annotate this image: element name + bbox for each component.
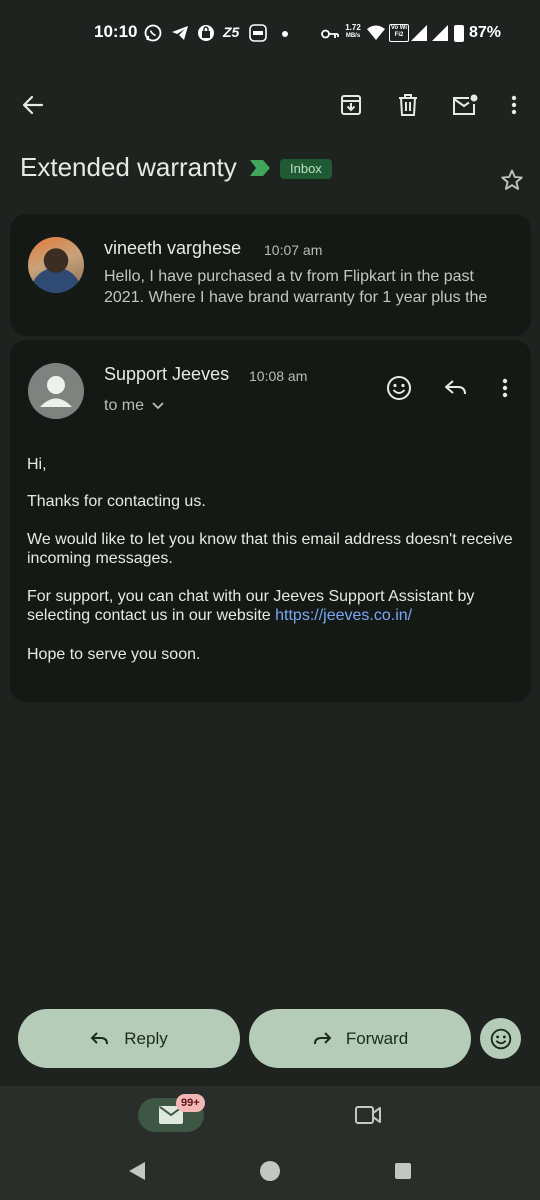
unread-count-badge: 99+ — [176, 1094, 205, 1112]
body-greeting: Hi, — [27, 456, 47, 473]
sender-avatar-photo[interactable] — [28, 237, 84, 293]
emoji-icon — [490, 1028, 511, 1049]
importance-marker-icon[interactable] — [250, 160, 270, 181]
more-options-button[interactable] — [496, 86, 532, 124]
reply-label: Reply — [124, 1028, 168, 1048]
chevron-down-icon — [152, 402, 164, 410]
delete-icon — [399, 94, 417, 116]
body-paragraph: Thanks for contacting us. — [27, 493, 206, 510]
video-camera-icon — [355, 1106, 381, 1124]
battery-icon — [454, 25, 464, 42]
network-speed: 1.72 MB/s — [342, 24, 364, 40]
message-time: 10:07 am — [264, 242, 323, 258]
website-link[interactable]: https://jeeves.co.in/ — [275, 607, 412, 624]
archive-button[interactable] — [332, 86, 370, 124]
vowifi-label: Vo WiFi2 — [390, 25, 408, 38]
system-home-button[interactable] — [251, 1152, 289, 1190]
add-reaction-button[interactable] — [380, 369, 418, 407]
star-icon — [501, 169, 523, 190]
more-vert-icon — [502, 378, 508, 398]
back-button[interactable] — [14, 86, 52, 124]
forward-icon — [313, 1031, 332, 1044]
recents-square-icon — [395, 1163, 411, 1179]
signal-1-icon — [411, 25, 428, 46]
status-time: 10:10 — [94, 22, 138, 41]
sender-avatar[interactable] — [28, 363, 84, 419]
vowifi-icon: Vo WiFi2 — [389, 24, 409, 42]
reply-button[interactable]: Reply — [18, 1009, 240, 1068]
app-notification-icon — [249, 24, 267, 47]
wifi-icon — [367, 25, 385, 45]
delete-button[interactable] — [389, 86, 427, 124]
shopping-bag-icon — [197, 24, 215, 47]
network-speed-unit: MB/s — [345, 33, 361, 39]
email-subject: Extended warranty — [20, 152, 237, 182]
notification-dot-icon — [282, 31, 288, 37]
message-sender: vineeth varghese — [104, 238, 242, 258]
back-arrow-icon — [22, 95, 44, 115]
message-sender: Support Jeeves — [104, 364, 230, 384]
person-icon — [40, 376, 72, 407]
back-triangle-icon — [129, 1162, 145, 1180]
system-back-button[interactable] — [118, 1152, 156, 1190]
forward-label: Forward — [345, 1028, 409, 1048]
message-time: 10:08 am — [249, 368, 308, 384]
recipient-details-toggle[interactable]: to me — [104, 397, 164, 415]
home-circle-icon — [260, 1161, 280, 1181]
body-paragraph: For support, you can chat with our Jeeve… — [27, 587, 522, 625]
system-recents-button[interactable] — [384, 1152, 422, 1190]
vpn-key-icon — [321, 27, 339, 45]
inbox-label-chip[interactable]: Inbox — [280, 159, 332, 179]
archive-icon — [341, 95, 361, 115]
message-more-button[interactable] — [490, 369, 520, 407]
network-speed-value: 1.72 — [345, 23, 361, 32]
emoji-icon — [387, 376, 411, 400]
reply-icon — [445, 380, 466, 395]
forward-button[interactable]: Forward — [249, 1009, 471, 1068]
star-button[interactable] — [496, 164, 528, 196]
recipient-label: to me — [104, 397, 145, 414]
react-button[interactable] — [480, 1018, 521, 1059]
whatsapp-icon — [144, 24, 162, 47]
body-paragraph: Hope to serve you soon. — [27, 646, 201, 663]
mark-unread-icon — [453, 94, 478, 115]
body-paragraph: We would like to let you know that this … — [27, 531, 513, 567]
mark-unread-button[interactable] — [446, 86, 484, 124]
reply-message-button[interactable] — [437, 369, 475, 407]
reply-icon — [90, 1031, 109, 1044]
telegram-icon — [171, 25, 189, 46]
message-snippet: Hello, I have purchased a tv from Flipka… — [104, 268, 488, 306]
more-vert-icon — [511, 95, 517, 115]
signal-2-icon — [432, 25, 449, 46]
meet-tab[interactable] — [348, 1098, 388, 1132]
battery-percent: 87% — [469, 24, 502, 41]
zee5-icon: Z5 — [223, 24, 240, 40]
